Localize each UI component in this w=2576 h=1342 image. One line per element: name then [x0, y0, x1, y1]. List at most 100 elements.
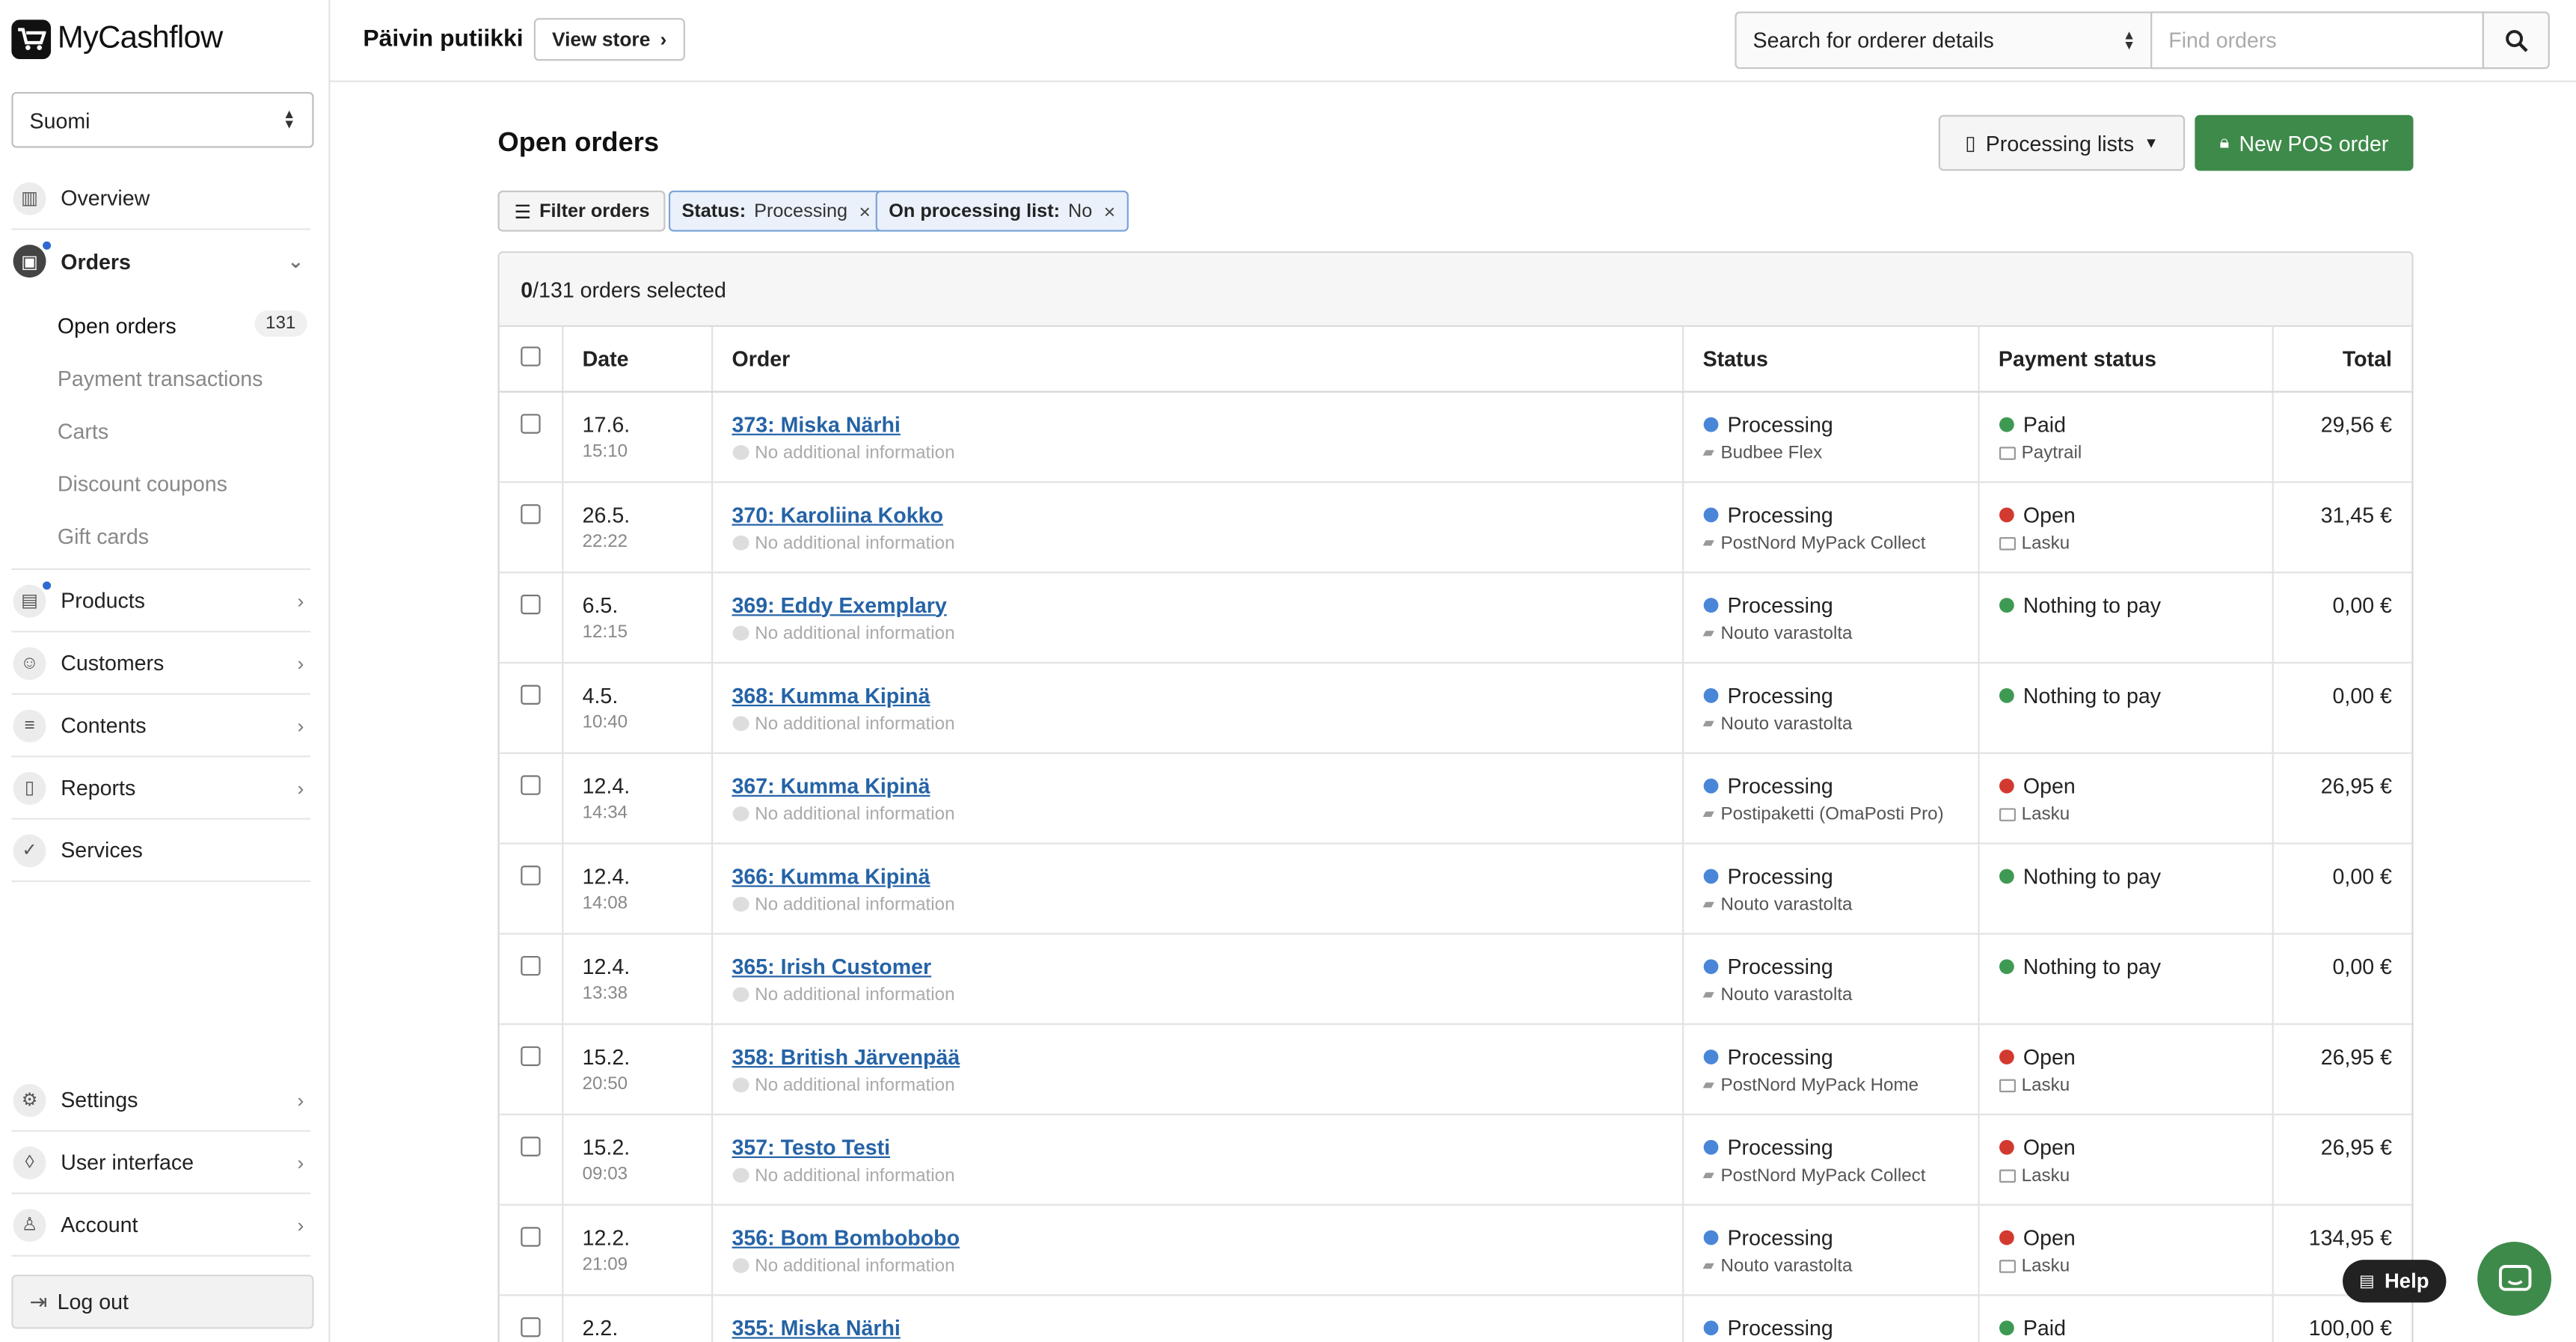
row-checkbox[interactable]	[520, 684, 541, 704]
chip-value: Processing	[754, 200, 848, 221]
nav-services[interactable]: ✓ Services	[11, 820, 311, 883]
chat-button[interactable]	[2477, 1242, 2552, 1316]
notification-dot	[40, 239, 53, 251]
order-link[interactable]: 356: Bom Bombobobo	[732, 1225, 960, 1249]
status-text: Processing	[1727, 1134, 1833, 1159]
truck-icon: ▰	[1702, 895, 1714, 912]
sidebar-item-gift-cards[interactable]: Gift cards	[11, 509, 310, 562]
chevron-right-icon: ›	[297, 776, 304, 800]
notification-dot	[40, 579, 53, 591]
chevron-right-icon: ›	[297, 1151, 304, 1174]
order-cell: 355: Miska Närhi	[711, 1294, 1684, 1342]
date-cell: 12.2. 21:09	[562, 1204, 713, 1296]
status-dot	[1702, 597, 1718, 612]
order-link[interactable]: 370: Karoliina Kokko	[732, 502, 942, 527]
nav-user-interface[interactable]: ◊ User interface ›	[11, 1132, 311, 1195]
order-link[interactable]: 369: Eddy Exemplary	[732, 592, 946, 617]
order-link[interactable]: 358: British Järvenpää	[732, 1044, 960, 1068]
row-checkbox[interactable]	[520, 503, 541, 524]
row-select-cell	[499, 481, 563, 573]
order-time: 20:50	[582, 1073, 628, 1094]
nav-account[interactable]: ♙ Account ›	[11, 1194, 311, 1257]
payment-dot	[1998, 958, 2014, 974]
close-icon[interactable]: ×	[859, 200, 870, 223]
order-link[interactable]: 357: Testo Testi	[732, 1134, 890, 1159]
nav-customers[interactable]: ☺ Customers ›	[11, 632, 311, 695]
payment-method: Lasku	[1998, 804, 2272, 824]
nav-overview[interactable]: ▥ Overview	[11, 168, 311, 230]
order-link[interactable]: 365: Irish Customer	[732, 954, 931, 978]
payment-dot	[1998, 506, 2014, 522]
language-select[interactable]: Suomi ▲ ▼	[11, 91, 314, 148]
search-button[interactable]	[2482, 11, 2550, 70]
comment-icon	[732, 896, 749, 912]
nav-settings[interactable]: ⚙ Settings ›	[11, 1069, 311, 1132]
payment-text: Nothing to pay	[2023, 592, 2162, 617]
row-checkbox[interactable]	[520, 1316, 541, 1337]
row-checkbox[interactable]	[520, 955, 541, 975]
order-link[interactable]: 368: Kumma Kipinä	[732, 682, 930, 707]
total-cell: 26,95 €	[2272, 1023, 2412, 1115]
row-checkbox[interactable]	[520, 1136, 541, 1156]
order-link[interactable]: 355: Miska Närhi	[732, 1315, 900, 1340]
status-text: Processing	[1727, 863, 1833, 888]
payment-dot	[1998, 1229, 2014, 1245]
search-mode-select[interactable]: Search for orderer details ▲ ▼	[1735, 11, 2153, 70]
updown-icon: ▲ ▼	[2122, 27, 2136, 52]
payment-method: Lasku	[1998, 1165, 2272, 1185]
select-all-checkbox[interactable]	[520, 346, 541, 367]
row-checkbox[interactable]	[520, 865, 541, 885]
status-cell: Processing ▰ Nouto varastolta	[1682, 661, 1979, 753]
order-time: 13:38	[582, 983, 628, 1003]
nav-products[interactable]: ▤ Products ›	[11, 570, 311, 633]
order-link[interactable]: 366: Kumma Kipinä	[732, 863, 930, 888]
view-store-button[interactable]: View store ›	[533, 18, 685, 61]
close-icon[interactable]: ×	[1104, 200, 1115, 223]
sidebar-item-payment-transactions[interactable]: Payment transactions	[11, 352, 310, 404]
processing-lists-button[interactable]: ▯ Processing lists ▼	[1938, 114, 2186, 171]
nav-reports[interactable]: ▯ Reports ›	[11, 757, 311, 820]
sidebar-item-carts[interactable]: Carts	[11, 404, 310, 456]
search-input[interactable]	[2150, 11, 2484, 70]
order-total: 26,95 €	[2320, 1134, 2392, 1159]
table-row: 4.5. 10:40 368: Kumma Kipinä No additional …	[499, 661, 2412, 753]
nav-orders[interactable]: ▣ Orders ⌄	[11, 230, 310, 292]
language-value: Suomi	[29, 107, 91, 132]
order-total: 26,95 €	[2320, 773, 2392, 798]
order-total: 29,56 €	[2320, 411, 2392, 436]
order-link[interactable]: 367: Kumma Kipinä	[732, 773, 930, 797]
info-text: No additional information	[755, 533, 955, 553]
filter-chip-status[interactable]: Status: Processing ×	[668, 190, 884, 232]
row-checkbox[interactable]	[520, 1045, 541, 1065]
order-info: No additional information	[732, 1165, 1681, 1185]
total-cell: 31,45 €	[2272, 481, 2412, 573]
card-icon	[1998, 1259, 2015, 1272]
logout-button[interactable]: ⇥ Log out	[11, 1274, 314, 1329]
nav-label: Customers	[61, 650, 165, 675]
nav-label: Settings	[61, 1087, 138, 1112]
chart-icon: ▥	[13, 181, 46, 215]
filter-chip-processing-list[interactable]: On processing list: No ×	[875, 190, 1129, 232]
row-checkbox[interactable]	[520, 774, 541, 794]
help-button[interactable]: ▤ Help	[2343, 1260, 2446, 1303]
order-cell: 356: Bom Bombobobo No additional informat…	[711, 1204, 1684, 1296]
info-text: No additional information	[755, 803, 955, 824]
card-icon	[1998, 446, 2015, 459]
row-checkbox[interactable]	[520, 593, 541, 614]
filter-orders-button[interactable]: ☰ Filter orders	[497, 190, 666, 232]
page-title: Open orders	[497, 128, 659, 158]
new-pos-order-button[interactable]: 🔒︎ New POS order	[2195, 114, 2414, 171]
sidebar-item-discount-coupons[interactable]: Discount coupons	[11, 456, 310, 509]
order-info: No additional information	[732, 1075, 1681, 1095]
shipping-text: Budbee Flex	[1720, 442, 1823, 463]
order-total: 134,95 €	[2308, 1224, 2392, 1249]
order-link[interactable]: 373: Miska Närhi	[732, 411, 900, 436]
logo[interactable]: MyCashflow	[11, 19, 223, 60]
nav-contents[interactable]: ≡ Contents ›	[11, 695, 311, 758]
status-dot	[1702, 416, 1718, 432]
row-checkbox[interactable]	[520, 413, 541, 433]
payment-method: Lasku	[1998, 533, 2272, 553]
table-header: Date Order Status Payment status Total	[499, 326, 2412, 392]
sidebar-item-open-orders[interactable]: Open orders 131	[11, 299, 310, 352]
row-checkbox[interactable]	[520, 1226, 541, 1246]
